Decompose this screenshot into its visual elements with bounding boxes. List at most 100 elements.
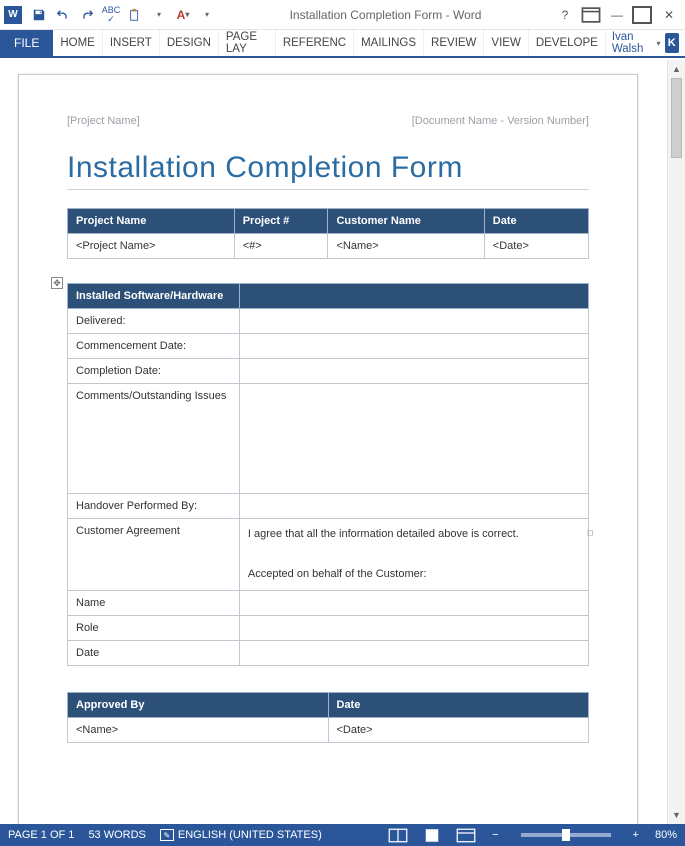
zoom-knob[interactable]	[562, 829, 570, 841]
spellcheck-icon[interactable]: ABC✓	[100, 4, 122, 26]
row-value[interactable]	[239, 309, 588, 334]
cell[interactable]: <#>	[234, 234, 328, 259]
table-row[interactable]: Handover Performed By:	[68, 494, 589, 519]
zoom-slider[interactable]	[521, 833, 611, 837]
document-title: Installation Completion Form	[67, 151, 589, 190]
tab-mailings[interactable]: MAILINGS	[354, 30, 424, 56]
tab-home[interactable]: HOME	[53, 30, 103, 56]
user-account[interactable]: Ivan Walsh ▾ K	[606, 30, 685, 56]
row-label[interactable]: Completion Date:	[68, 359, 240, 384]
installed-details-table[interactable]: Installed Software/Hardware Delivered:Co…	[67, 283, 589, 666]
help-icon[interactable]: ?	[553, 4, 577, 26]
approval-table[interactable]: Approved By Date <Name> <Date>	[67, 692, 589, 743]
web-layout-icon[interactable]	[456, 827, 476, 843]
ribbon-display-icon[interactable]	[579, 4, 603, 26]
row-value[interactable]	[239, 334, 588, 359]
row-label[interactable]: Delivered:	[68, 309, 240, 334]
row-label[interactable]: Commencement Date:	[68, 334, 240, 359]
row-label[interactable]: Handover Performed By:	[68, 494, 240, 519]
file-tab[interactable]: FILE	[0, 30, 53, 56]
save-icon[interactable]	[28, 4, 50, 26]
tab-references[interactable]: REFERENC	[276, 30, 354, 56]
table-row[interactable]: Commencement Date:	[68, 334, 589, 359]
language-indicator[interactable]: ✎ENGLISH (UNITED STATES)	[160, 829, 322, 842]
format-icon[interactable]: A▾	[172, 4, 194, 26]
quick-access-toolbar: ABC✓ ▾ A▾ ▾	[28, 4, 218, 26]
row-label[interactable]: Role	[68, 616, 240, 641]
document-viewport[interactable]: [Project Name] [Document Name - Version …	[0, 60, 667, 824]
row-value[interactable]	[239, 494, 588, 519]
row-label[interactable]: Comments/Outstanding Issues	[68, 384, 240, 494]
row-value[interactable]	[239, 641, 588, 666]
scroll-down-icon[interactable]: ▼	[668, 806, 685, 824]
zoom-level[interactable]: 80%	[655, 829, 677, 841]
col-blank	[239, 284, 588, 309]
print-layout-icon[interactable]	[422, 827, 442, 843]
page[interactable]: [Project Name] [Document Name - Version …	[18, 74, 638, 824]
row-value[interactable]	[239, 591, 588, 616]
qat-customize-icon[interactable]: ▾	[196, 4, 218, 26]
zoom-out-icon[interactable]: −	[490, 829, 500, 841]
user-avatar: K	[665, 33, 679, 53]
table-row[interactable]: Delivered:	[68, 309, 589, 334]
table-header-row: Installed Software/Hardware	[68, 284, 589, 309]
cell[interactable]: <Date>	[328, 718, 589, 743]
cell[interactable]: <Name>	[328, 234, 484, 259]
row-label[interactable]: Name	[68, 591, 240, 616]
tab-page-layout[interactable]: PAGE LAY	[219, 30, 276, 56]
zoom-in-icon[interactable]: +	[631, 829, 641, 841]
table-row[interactable]: <Project Name> <#> <Name> <Date>	[68, 234, 589, 259]
close-icon[interactable]: ✕	[657, 4, 681, 26]
row-label[interactable]: Customer Agreement	[68, 519, 240, 591]
scroll-up-icon[interactable]: ▲	[668, 60, 685, 78]
row-label[interactable]: Date	[68, 641, 240, 666]
tab-view[interactable]: VIEW	[484, 30, 528, 56]
cell[interactable]: <Project Name>	[68, 234, 235, 259]
table-row[interactable]: <Name> <Date>	[68, 718, 589, 743]
table-row[interactable]: Date	[68, 641, 589, 666]
language-label: ENGLISH (UNITED STATES)	[178, 829, 322, 841]
installed-table-wrap: ✥ Installed Software/Hardware Delivered:…	[67, 283, 589, 666]
minimize-icon[interactable]: —	[605, 4, 629, 26]
redo-icon[interactable]	[76, 4, 98, 26]
table-row[interactable]: Name	[68, 591, 589, 616]
vertical-scrollbar[interactable]: ▲ ▼	[667, 60, 685, 824]
table-row[interactable]: Customer AgreementI agree that all the i…	[68, 519, 589, 591]
window-controls: ? — ✕	[553, 4, 681, 26]
table-resize-handle-icon[interactable]: ◻	[587, 528, 595, 536]
page-indicator[interactable]: PAGE 1 OF 1	[8, 829, 74, 841]
table-move-handle-icon[interactable]: ✥	[51, 277, 63, 289]
col-approved-by: Approved By	[68, 693, 329, 718]
undo-icon[interactable]	[52, 4, 74, 26]
tab-review[interactable]: REVIEW	[424, 30, 484, 56]
header-right: [Document Name - Version Number]	[412, 115, 589, 127]
col-installed: Installed Software/Hardware	[68, 284, 240, 309]
status-bar: PAGE 1 OF 1 53 WORDS ✎ENGLISH (UNITED ST…	[0, 824, 685, 846]
user-name-label: Ivan Walsh	[612, 31, 653, 55]
page-header: [Project Name] [Document Name - Version …	[67, 115, 589, 127]
word-app-icon: W	[4, 6, 22, 24]
cell[interactable]: <Date>	[484, 234, 588, 259]
read-mode-icon[interactable]	[388, 827, 408, 843]
maximize-icon[interactable]	[631, 4, 655, 26]
col-date: Date	[328, 693, 589, 718]
row-value[interactable]	[239, 359, 588, 384]
tab-insert[interactable]: INSERT	[103, 30, 160, 56]
scroll-thumb[interactable]	[671, 78, 682, 158]
row-value[interactable]: I agree that all the information detaile…	[239, 519, 588, 591]
table-row[interactable]: Role	[68, 616, 589, 641]
project-summary-table[interactable]: Project Name Project # Customer Name Dat…	[67, 208, 589, 259]
row-value[interactable]	[239, 616, 588, 641]
table-row[interactable]: Completion Date:	[68, 359, 589, 384]
qat-dropdown-icon[interactable]: ▾	[148, 4, 170, 26]
word-count[interactable]: 53 WORDS	[88, 829, 145, 841]
col-project-name: Project Name	[68, 209, 235, 234]
cell[interactable]: <Name>	[68, 718, 329, 743]
paste-icon[interactable]	[124, 4, 146, 26]
tab-design[interactable]: DESIGN	[160, 30, 219, 56]
workspace: [Project Name] [Document Name - Version …	[0, 60, 685, 824]
tab-developer[interactable]: DEVELOPE	[529, 30, 606, 56]
table-row[interactable]: Comments/Outstanding Issues	[68, 384, 589, 494]
row-value[interactable]	[239, 384, 588, 494]
table-header-row: Approved By Date	[68, 693, 589, 718]
